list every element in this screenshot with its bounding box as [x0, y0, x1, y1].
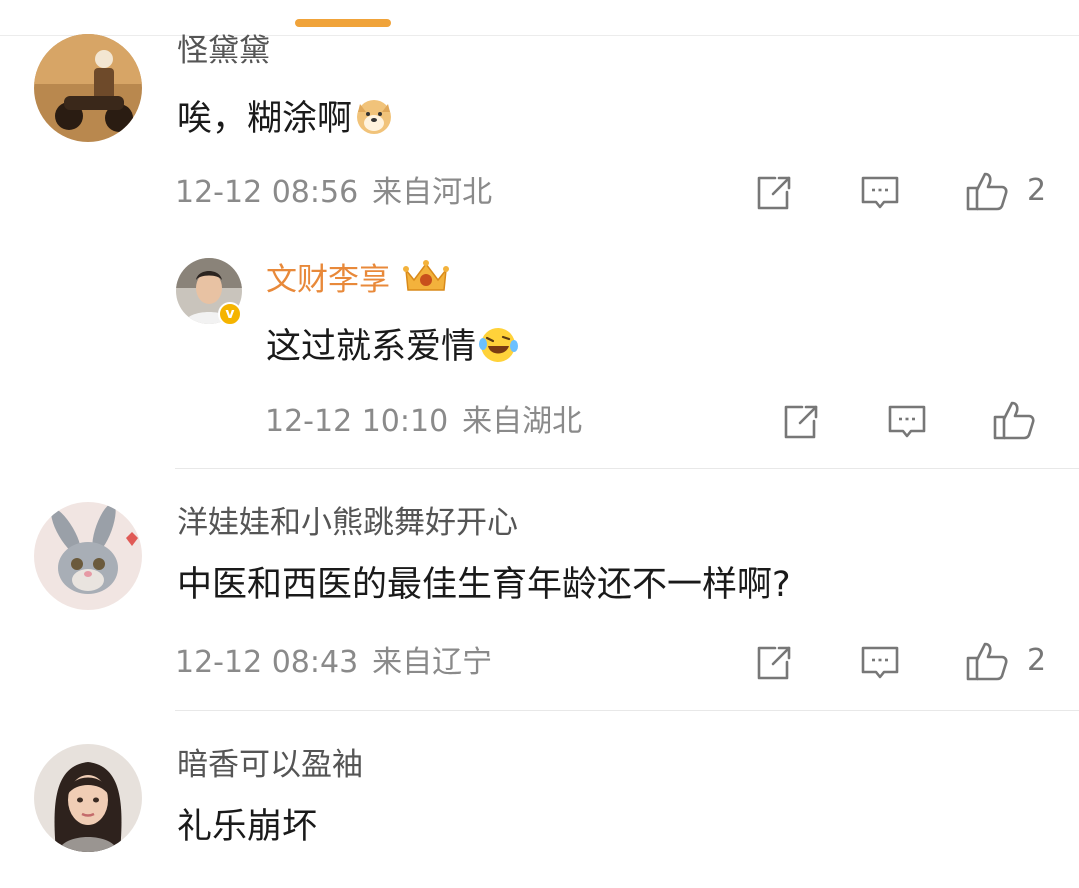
reply-comment-button[interactable] — [887, 403, 927, 441]
share-button[interactable] — [753, 644, 793, 682]
crown-icon — [400, 258, 452, 301]
reply-location: 来自湖北 — [462, 404, 583, 439]
share-button[interactable] — [753, 174, 793, 212]
reply-text: 这过就系爱情 — [266, 324, 520, 373]
comment-text-content: 唉，糊涂啊 — [177, 99, 353, 139]
reply-meta: 12-12 10:10 来自湖北 — [265, 405, 582, 438]
reply-like-button[interactable] — [992, 399, 1054, 441]
avatar[interactable] — [34, 34, 142, 142]
reply-button[interactable] — [860, 644, 900, 682]
like-count: 2 — [1027, 173, 1047, 208]
reply-button[interactable] — [860, 174, 900, 212]
like-count: 2 — [1027, 643, 1047, 678]
like-icon — [966, 642, 1008, 681]
username[interactable]: 怪黛黛 — [177, 34, 270, 68]
timestamp: 12-12 08:43 — [175, 645, 359, 680]
like-icon — [993, 401, 1035, 440]
comment-item: 怪黛黛 唉，糊涂啊 12-12 08:56 来自河北 2 v 文财李享 这过就系… — [0, 0, 1079, 470]
comment-divider — [175, 710, 1079, 711]
reply-username-text: 文财李享 — [266, 262, 390, 298]
location: 来自河北 — [372, 175, 493, 210]
share-icon — [757, 176, 791, 210]
comment-icon — [888, 405, 926, 438]
reply-text-content: 这过就系爱情 — [266, 327, 477, 367]
location: 来自辽宁 — [372, 645, 493, 680]
laugh-cry-emoji-icon — [478, 324, 520, 373]
share-icon — [784, 405, 818, 439]
avatar[interactable] — [34, 502, 142, 610]
comment-item: 暗香可以盈袖 礼乐崩坏 — [0, 712, 1079, 888]
like-icon — [966, 172, 1008, 211]
comment-text: 唉，糊涂啊 — [177, 96, 394, 145]
comment-icon — [861, 176, 899, 209]
username[interactable]: 暗香可以盈袖 — [177, 748, 363, 782]
comment-meta: 12-12 08:43 来自辽宁 — [175, 646, 492, 679]
like-button[interactable]: 2 — [965, 170, 1046, 212]
verified-badge-icon: v — [218, 302, 242, 326]
avatar[interactable] — [34, 744, 142, 852]
doge-emoji-icon — [354, 96, 394, 145]
comment-divider — [175, 468, 1079, 469]
like-button[interactable]: 2 — [965, 640, 1046, 682]
timestamp: 12-12 08:56 — [175, 175, 359, 210]
comment-icon — [861, 646, 899, 679]
comment-text: 礼乐崩坏 — [177, 807, 318, 847]
comment-item: 洋娃娃和小熊跳舞好开心 中医和西医的最佳生育年龄还不一样啊? 12-12 08:… — [0, 470, 1079, 710]
reply-share-button[interactable] — [780, 403, 820, 441]
comment-text: 中医和西医的最佳生育年龄还不一样啊? — [177, 565, 791, 605]
reply-timestamp: 12-12 10:10 — [265, 404, 449, 439]
share-icon — [757, 646, 791, 680]
reply-username[interactable]: 文财李享 — [266, 258, 452, 301]
comment-meta: 12-12 08:56 来自河北 — [175, 176, 492, 209]
username[interactable]: 洋娃娃和小熊跳舞好开心 — [177, 506, 518, 540]
